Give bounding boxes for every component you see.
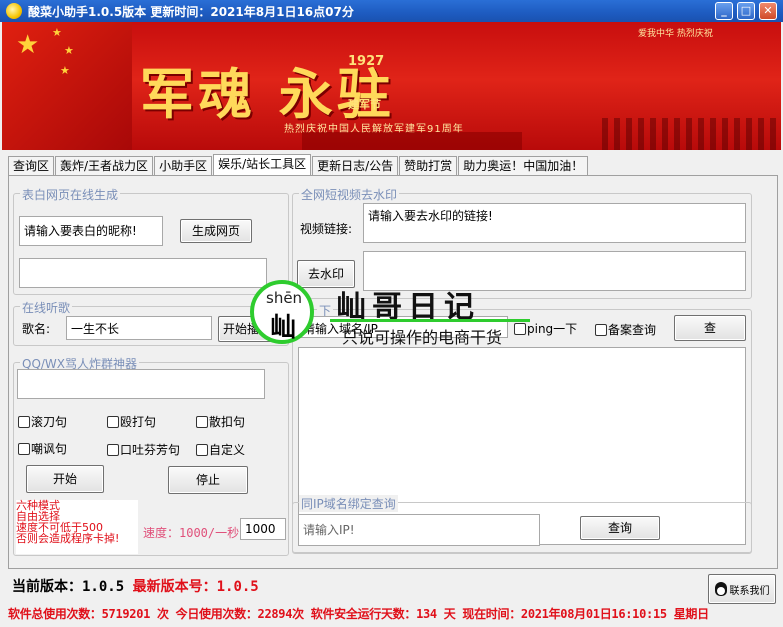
beian-checkbox[interactable]: 备案查询 — [595, 321, 656, 338]
video-group-title: 全网短视频去水印 — [299, 186, 400, 203]
stop-button[interactable]: 停止 — [168, 466, 248, 494]
option-checkbox-3[interactable]: 散扣句 — [196, 413, 245, 430]
minimize-button[interactable]: _ — [715, 2, 733, 20]
checkbox-icon — [196, 415, 208, 428]
option-label: 口吐芬芳句 — [120, 443, 181, 457]
song-name-label: 歌名: — [22, 322, 51, 336]
query-button[interactable]: 查 — [674, 315, 746, 341]
status-bar: 软件总使用次数：5719201 次 今日使用次数：22894次 软件安全运行天数… — [8, 607, 709, 621]
spam-target-input[interactable] — [17, 369, 265, 399]
tab-olympics[interactable]: 助力奥运！中国加油！ — [458, 156, 589, 175]
music-group-title: 在线听歌 — [20, 299, 73, 316]
star-icon: ★ — [60, 64, 70, 77]
option-label: 自定义 — [209, 443, 246, 457]
soldiers-graphic — [602, 118, 781, 150]
banner-image: ★ ★ ★ ★ 爱我中华 热烈庆祝 军魂 永驻 1927 建军节 热烈庆祝中国人… — [2, 22, 781, 150]
maximize-button[interactable]: □ — [737, 2, 755, 20]
checkbox-icon — [107, 415, 119, 428]
checkbox-icon — [18, 442, 30, 455]
option-checkbox-4[interactable]: 嘲讽句 — [18, 440, 67, 457]
watermark-underline — [330, 319, 530, 322]
option-label: 嘲讽句 — [31, 442, 68, 456]
watermark-slogan: 只说可操作的电商干货 — [342, 328, 503, 347]
option-checkbox-5[interactable]: 口吐芬芳句 — [107, 441, 180, 458]
start-button[interactable]: 开始 — [26, 465, 104, 493]
banner-badge-year: 1927 — [348, 54, 385, 69]
contact-button[interactable]: 联系我们 — [708, 574, 776, 604]
warning-line: 否则会造成程序卡掉! — [16, 532, 120, 545]
window-title: 酸菜小助手1.0.5版本 更新时间：2021年8月1日16点07分 — [28, 5, 354, 19]
checkbox-icon — [514, 322, 526, 335]
checkbox-icon — [196, 443, 208, 456]
watermark-pinyin: shēn — [266, 289, 303, 307]
warning-text: 六种模式 自由选择 速度不可低于500 否则会造成程序卡掉! — [16, 500, 138, 554]
star-icon: ★ — [52, 26, 62, 39]
same-ip-query-button[interactable]: 查询 — [580, 516, 660, 540]
tab-bomb[interactable]: 轰炸/王者战力区 — [55, 156, 154, 175]
nickname-input[interactable]: 请输入要表白的昵称! — [19, 216, 163, 246]
tab-changelog[interactable]: 更新日志/公告 — [312, 156, 399, 175]
same-ip-group-title: 同IP域名绑定查询 — [299, 495, 398, 512]
banner-top-text: 爱我中华 热烈庆祝 — [638, 29, 713, 39]
star-icon: ★ — [64, 44, 74, 57]
latest-version: 最新版本号：1.0.5 — [132, 579, 259, 595]
speed-label: 速度：1000/一秒 — [143, 526, 240, 540]
tab-query[interactable]: 查询区 — [8, 156, 55, 175]
checkbox-icon — [107, 443, 119, 456]
ip-input[interactable]: 请输入IP! — [298, 514, 540, 546]
ping-label: ping一下 — [527, 322, 578, 336]
star-icon: ★ — [16, 30, 40, 60]
tab-helper[interactable]: 小助手区 — [154, 156, 213, 175]
option-label: 滚刀句 — [31, 415, 68, 429]
tab-entertainment[interactable]: 娱乐/站长工具区 — [213, 154, 312, 175]
checkbox-icon — [18, 415, 30, 428]
close-button[interactable]: ✕ — [759, 2, 777, 20]
option-checkbox-6[interactable]: 自定义 — [196, 441, 245, 458]
version-info: 当前版本：1.0.5 最新版本号：1.0.5 — [12, 576, 259, 596]
song-name-input[interactable]: 一生不长 — [66, 316, 212, 340]
option-label: 散扣句 — [209, 415, 246, 429]
app-icon — [6, 3, 22, 19]
generated-link-output[interactable] — [19, 258, 267, 288]
option-checkbox-1[interactable]: 滚刀句 — [18, 413, 67, 430]
title-bar: 酸菜小助手1.0.5版本 更新时间：2021年8月1日16点07分 _ □ ✕ — [0, 0, 783, 22]
option-label: 殴打句 — [120, 415, 157, 429]
checkbox-icon — [595, 323, 607, 336]
qq-penguin-icon — [714, 582, 727, 596]
tab-bar: 查询区 轰炸/王者战力区 小助手区 娱乐/站长工具区 更新日志/公告 赞助打赏 … — [8, 154, 589, 176]
beian-label: 备案查询 — [608, 323, 657, 337]
confession-group-title: 表白网页在线生成 — [20, 186, 121, 203]
watermark-char: 屾 — [270, 313, 297, 343]
option-checkbox-2[interactable]: 殴打句 — [107, 413, 156, 430]
speed-input[interactable]: 1000 — [240, 518, 286, 540]
building-graphic — [302, 132, 522, 150]
generate-page-button[interactable]: 生成网页 — [180, 219, 252, 243]
current-version: 当前版本：1.0.5 — [12, 579, 125, 595]
banner-badge-label: 建军节 — [348, 98, 381, 111]
video-link-input[interactable]: 请输入要去水印的链接! — [363, 203, 746, 243]
contact-label: 联系我们 — [729, 585, 770, 597]
tab-donate[interactable]: 赞助打赏 — [399, 156, 458, 175]
ping-checkbox[interactable]: ping一下 — [514, 320, 577, 337]
video-link-label: 视频链接: — [300, 222, 353, 236]
